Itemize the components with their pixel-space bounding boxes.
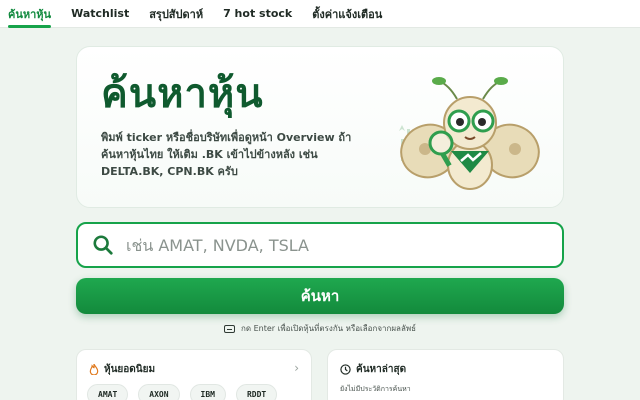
popular-stocks-card: หุ้นยอดนิยม › AMAT AXON IBM RDDT	[76, 349, 312, 400]
ticker-chip[interactable]: AXON	[138, 384, 180, 400]
ticker-chip[interactable]: AMAT	[87, 384, 129, 400]
popular-ticker-list: AMAT AXON IBM RDDT	[87, 384, 278, 400]
recent-empty-text: ยังไม่มีประวัติการค้นหา	[340, 385, 411, 393]
recent-search-card: ค้นหาล่าสุด ยังไม่มีประวัติการค้นหา	[327, 349, 564, 400]
tab-alert-settings[interactable]: ตั้งค่าแจ้งเตือน	[312, 0, 382, 28]
tab-search-stock[interactable]: ค้นหาหุ้น	[8, 0, 52, 28]
keyboard-icon	[223, 324, 235, 333]
hero-card: ค้นหาหุ้น พิมพ์ ticker หรือชื่อบริษัทเพื…	[76, 46, 564, 208]
moth-mascot-magnifier-icon: ✦	[399, 77, 540, 190]
popular-title-text: หุ้นยอดนิยม	[104, 364, 156, 375]
tab-hot-stock[interactable]: 7 hot stock	[223, 0, 292, 28]
recent-title: ค้นหาล่าสุด	[340, 362, 406, 377]
page-title: ค้นหาหุ้น	[101, 70, 264, 117]
chevron-right-icon[interactable]: ›	[294, 361, 299, 375]
search-input[interactable]	[126, 235, 526, 255]
tab-watchlist[interactable]: Watchlist	[71, 0, 129, 28]
search-box	[76, 222, 564, 268]
popular-title: หุ้นยอดนิยม	[89, 362, 155, 377]
search-icon	[93, 235, 113, 255]
search-hint-text: กด Enter เพื่อเปิดหุ้นที่ตรงกัน หรือเลือ…	[240, 324, 417, 333]
flame-icon	[89, 364, 99, 375]
tab-weekly-summary[interactable]: สรุปสัปดาห์	[149, 0, 203, 28]
clock-icon	[340, 364, 351, 375]
ticker-chip[interactable]: RDDT	[235, 384, 278, 400]
top-nav: ค้นหาหุ้น Watchlist สรุปสัปดาห์ 7 hot st…	[0, 0, 640, 28]
search-button[interactable]: ค้นหา	[76, 278, 564, 314]
hero-description: พิมพ์ ticker หรือชื่อบริษัทเพื่อดูหน้า O…	[101, 131, 352, 178]
search-hint: กด Enter เพื่อเปิดหุ้นที่ตรงกัน หรือเลือ…	[0, 322, 640, 335]
ticker-chip[interactable]: IBM	[189, 384, 226, 400]
recent-title-text: ค้นหาล่าสุด	[356, 364, 407, 375]
